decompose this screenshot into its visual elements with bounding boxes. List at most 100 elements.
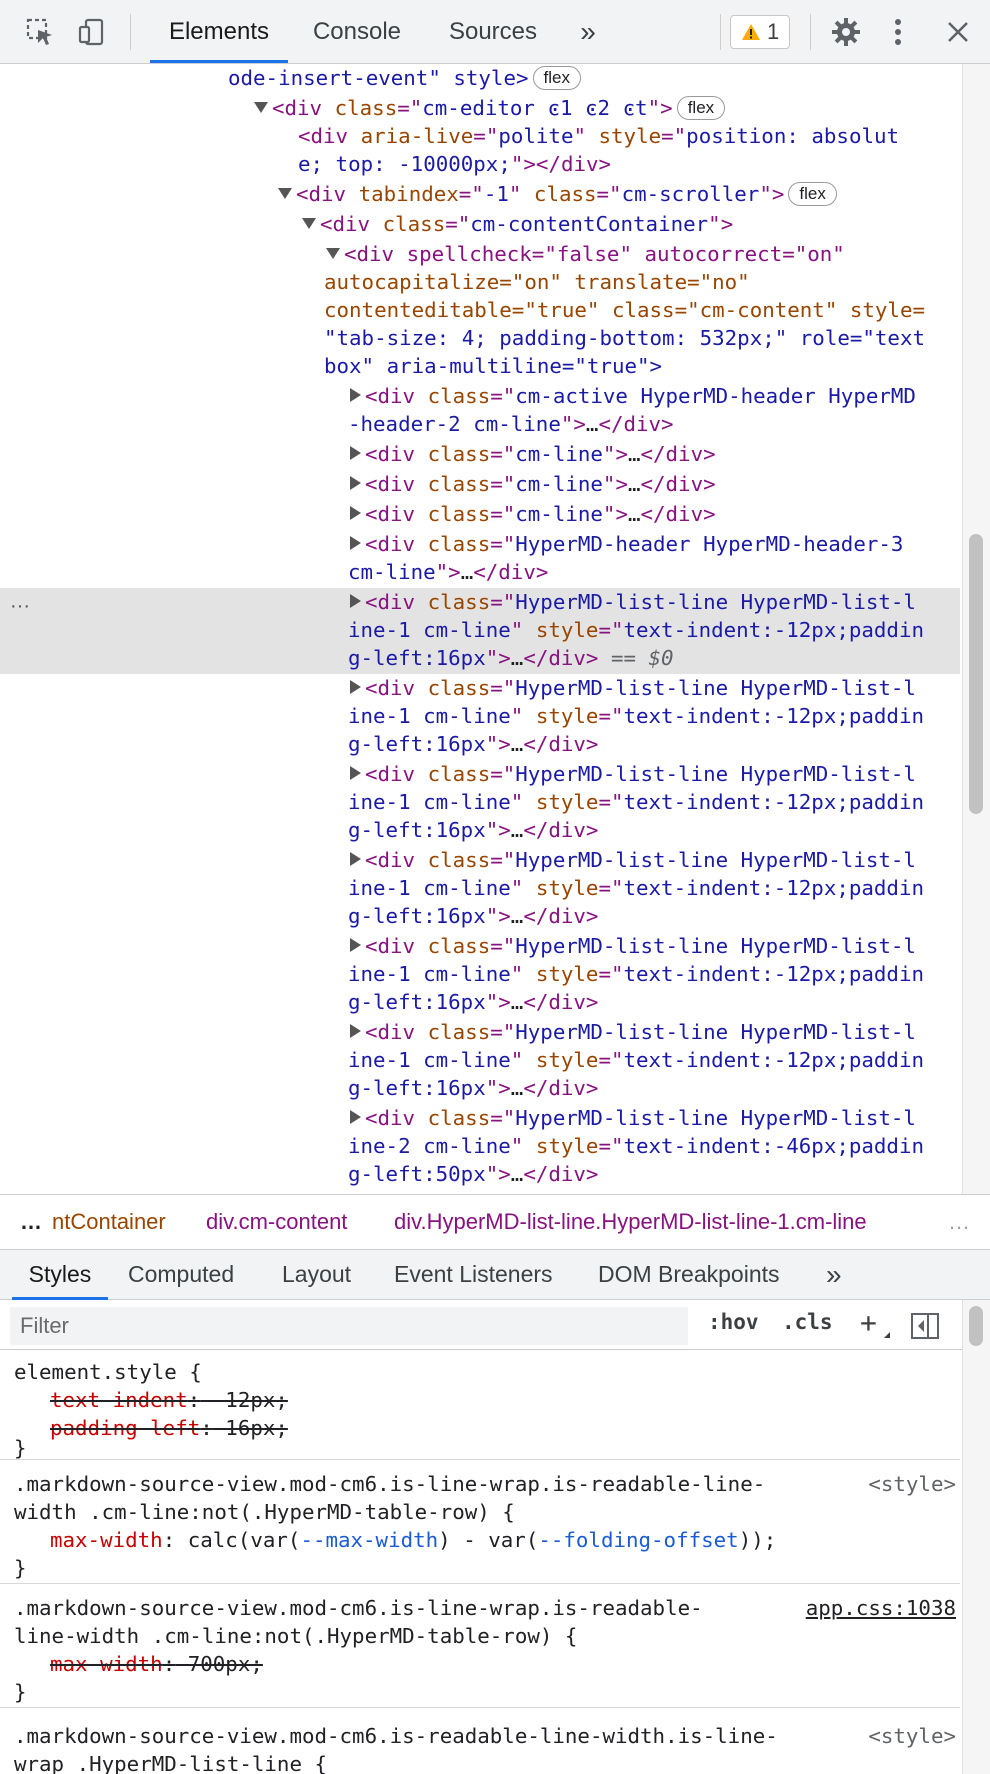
breadcrumb-scroll-right[interactable]: … bbox=[948, 1209, 970, 1235]
breadcrumb-item[interactable]: div.cm-content bbox=[206, 1209, 347, 1235]
css-rule: .markdown-source-view.mod-cm6.is-line-wr… bbox=[0, 1584, 960, 1708]
tree-node-cm-line[interactable]: <div class="cm-line">…</div> bbox=[0, 440, 960, 468]
flex-badge[interactable]: flex bbox=[676, 96, 726, 120]
rule-selector[interactable]: element.style { bbox=[14, 1358, 202, 1386]
rule-selector[interactable]: wrap .HyperMD-list-line { bbox=[14, 1750, 327, 1774]
tree-line: -header-2 cm-line">…</div> bbox=[348, 412, 674, 436]
tab-event-listeners[interactable]: Event Listeners bbox=[394, 1250, 553, 1299]
tree-node-cm-line[interactable]: <div class="cm-line">…</div> bbox=[0, 470, 960, 498]
collapse-triangle-icon[interactable] bbox=[350, 536, 361, 550]
css-declaration[interactable]: max-width: 700px; bbox=[50, 1650, 263, 1678]
tree-line: ine-1 cm-line" style="text-indent:-12px;… bbox=[348, 962, 924, 986]
expand-triangle-icon[interactable] bbox=[326, 247, 340, 259]
collapse-triangle-icon[interactable] bbox=[350, 476, 361, 490]
tab-sources[interactable]: Sources bbox=[432, 0, 554, 63]
rule-selector[interactable]: width .cm-line:not(.HyperMD-table-row) { bbox=[14, 1498, 515, 1526]
breadcrumb-scroll-left[interactable]: … bbox=[20, 1209, 42, 1235]
breadcrumb: … ntContainer div.cm-content div.HyperMD… bbox=[0, 1194, 990, 1250]
more-tabs-button[interactable]: » bbox=[826, 1250, 842, 1299]
scrollbar-thumb[interactable] bbox=[969, 534, 983, 814]
rule-selector[interactable]: .markdown-source-view.mod-cm6.is-readabl… bbox=[14, 1722, 778, 1750]
rule-source-link[interactable]: app.css:1038 bbox=[806, 1594, 956, 1622]
tab-console[interactable]: Console bbox=[300, 0, 414, 63]
collapse-triangle-icon[interactable] bbox=[350, 506, 361, 520]
tree-node-aria-live[interactable]: <div aria-live="polite" style="position:… bbox=[0, 122, 960, 150]
new-rule-menu-icon bbox=[884, 1332, 890, 1338]
tree-node-list-line[interactable]: <div class="HyperMD-list-line HyperMD-li… bbox=[0, 932, 960, 960]
expand-triangle-icon[interactable] bbox=[278, 187, 292, 199]
css-declaration[interactable]: text-indent: -12px; bbox=[50, 1386, 288, 1414]
tree-node-list-line[interactable]: <div class="HyperMD-list-line HyperMD-li… bbox=[0, 674, 960, 702]
tree-line: g-left:50px">…</div> bbox=[348, 1162, 599, 1186]
tree-node-cm-scroller[interactable]: <div tabindex="-1" class="cm-scroller"> f… bbox=[0, 180, 960, 208]
tab-layout[interactable]: Layout bbox=[282, 1250, 351, 1299]
tree-line: g-left:16px">…</div> bbox=[348, 732, 599, 756]
css-declaration[interactable]: padding-left: 16px; bbox=[50, 1414, 288, 1442]
collapse-triangle-icon[interactable] bbox=[350, 680, 361, 694]
more-tabs-button[interactable]: » bbox=[568, 0, 608, 63]
tree-node-list-line[interactable]: <div class="HyperMD-list-line HyperMD-li… bbox=[0, 760, 960, 788]
collapse-triangle-icon[interactable] bbox=[350, 1024, 361, 1038]
css-declaration[interactable]: max-width: calc(var(--max-width) - var(-… bbox=[50, 1526, 776, 1554]
collapse-triangle-icon[interactable] bbox=[350, 766, 361, 780]
flex-badge[interactable]: flex bbox=[532, 66, 581, 90]
elements-scrollbar[interactable] bbox=[962, 64, 990, 1194]
tree-node-cm-editor[interactable]: <div class="cm-editor ͼ1 ͼ2 ͼt"> flex bbox=[0, 94, 960, 122]
cls-toggle[interactable]: .cls bbox=[782, 1310, 833, 1334]
css-rule: .markdown-source-view.mod-cm6.is-line-wr… bbox=[0, 1460, 960, 1584]
tree-line: ine-1 cm-line" style="text-indent:-12px;… bbox=[348, 876, 924, 900]
settings-gear-icon[interactable] bbox=[826, 0, 866, 63]
toggle-sidebar-icon[interactable] bbox=[910, 1312, 940, 1345]
filter-input[interactable] bbox=[10, 1307, 688, 1345]
breadcrumb-item-current[interactable]: div.HyperMD-list-line.HyperMD-list-line-… bbox=[394, 1209, 867, 1235]
collapse-triangle-icon[interactable] bbox=[350, 446, 361, 460]
tree-line: ine-1 cm-line" style="text-indent:-12px;… bbox=[348, 1048, 924, 1072]
expand-triangle-icon[interactable] bbox=[302, 217, 316, 229]
elements-tree: ode-insert-event" style> flex <div class=… bbox=[0, 64, 960, 1194]
expand-triangle-icon[interactable] bbox=[254, 101, 268, 113]
tree-line[interactable]: ode-insert-event" style> flex bbox=[0, 64, 960, 92]
tree-node-list-line[interactable]: <div class="HyperMD-list-line HyperMD-li… bbox=[0, 846, 960, 874]
css-rule-element-style: element.style { text-indent: -12px; padd… bbox=[0, 1350, 960, 1460]
tree-line: ine-2 cm-line" style="text-indent:-46px;… bbox=[348, 1134, 924, 1158]
styles-scrollbar[interactable] bbox=[962, 1300, 990, 1774]
selected-node-marker: == $0 bbox=[610, 646, 674, 670]
collapse-triangle-icon[interactable] bbox=[350, 388, 361, 402]
tree-node-header-3[interactable]: <div class="HyperMD-header HyperMD-heade… bbox=[0, 530, 960, 558]
close-icon[interactable] bbox=[938, 0, 978, 63]
tab-elements[interactable]: Elements bbox=[150, 0, 288, 63]
rule-selector[interactable]: .markdown-source-view.mod-cm6.is-line-wr… bbox=[14, 1594, 703, 1622]
new-style-rule-button[interactable]: + bbox=[860, 1306, 877, 1339]
tree-line: cm-line">…</div> bbox=[348, 560, 549, 584]
rule-selector[interactable]: .markdown-source-view.mod-cm6.is-line-wr… bbox=[14, 1470, 765, 1498]
tree-line: ine-1 cm-line" style="text-indent:-12px;… bbox=[348, 618, 924, 642]
collapse-triangle-icon[interactable] bbox=[350, 594, 361, 608]
tree-node-cm-line[interactable]: <div class="cm-line">…</div> bbox=[0, 500, 960, 528]
tree-line: g-left:16px">…</div> bbox=[348, 818, 599, 842]
rule-selector[interactable]: line-width .cm-line:not(.HyperMD-table-r… bbox=[14, 1622, 577, 1650]
collapse-triangle-icon[interactable] bbox=[350, 852, 361, 866]
tab-styles[interactable]: Styles bbox=[12, 1250, 108, 1300]
flex-badge[interactable]: flex bbox=[788, 182, 837, 206]
warnings-badge[interactable]: 1 bbox=[730, 15, 791, 49]
tree-line: g-left:16px">…</div> bbox=[348, 1076, 599, 1100]
collapse-triangle-icon[interactable] bbox=[350, 1110, 361, 1124]
tree-node-cm-content[interactable]: <div spellcheck="false" autocorrect="on" bbox=[0, 240, 960, 268]
rule-close-brace: } bbox=[14, 1436, 27, 1460]
tree-node-list-line[interactable]: <div class="HyperMD-list-line HyperMD-li… bbox=[0, 1018, 960, 1046]
breadcrumb-item[interactable]: ntContainer bbox=[52, 1209, 166, 1235]
warning-icon bbox=[742, 24, 760, 40]
hov-toggle[interactable]: :hov bbox=[708, 1310, 759, 1334]
inspect-element-icon[interactable] bbox=[18, 0, 62, 63]
tree-line: g-left:16px">…</div> bbox=[348, 990, 599, 1014]
device-toolbar-icon[interactable] bbox=[70, 0, 114, 63]
styles-filter-bar: :hov .cls + bbox=[0, 1300, 990, 1350]
kebab-menu-icon[interactable] bbox=[880, 0, 916, 63]
scrollbar-thumb[interactable] bbox=[969, 1306, 983, 1346]
tree-node-list-line-2[interactable]: <div class="HyperMD-list-line HyperMD-li… bbox=[0, 1104, 960, 1132]
tab-computed[interactable]: Computed bbox=[128, 1250, 234, 1299]
tree-node-cm-contentContainer[interactable]: <div class="cm-contentContainer"> bbox=[0, 210, 960, 238]
tree-node-header-2[interactable]: <div class="cm-active HyperMD-header Hyp… bbox=[0, 382, 960, 410]
collapse-triangle-icon[interactable] bbox=[350, 938, 361, 952]
tab-dom-breakpoints[interactable]: DOM Breakpoints bbox=[598, 1250, 780, 1299]
